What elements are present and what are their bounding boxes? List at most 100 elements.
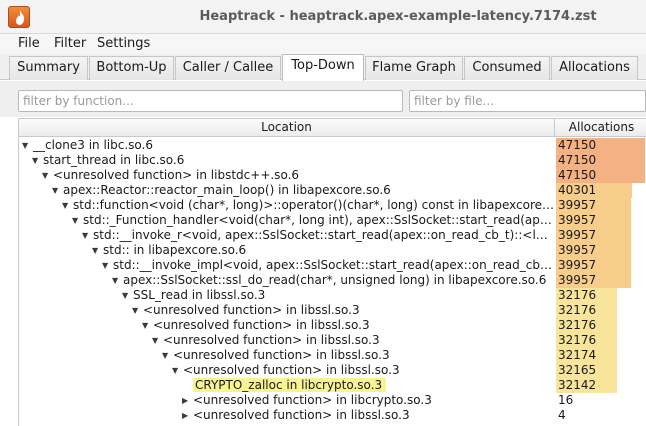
tree-row[interactable]: ▼ std::_Function_handler<void(char*, long… [19,213,646,228]
function-name: <unresolved function> in libstdc++.so.6 [53,168,300,182]
tab-bar: Summary Bottom-Up Caller / Callee Top-Do… [0,54,646,81]
menu-file[interactable]: File [18,36,40,51]
expanded-arrow-icon[interactable]: ▼ [72,213,83,228]
tree-row[interactable]: ▼ <unresolved function> in libssl.so.3 321… [19,348,646,363]
tree-row[interactable]: ▶ <unresolved function> in libcrypto.so.3… [19,393,646,408]
expanded-arrow-icon[interactable]: ▼ [42,168,53,183]
expanded-arrow-icon[interactable]: ▼ [132,303,143,318]
tree-row[interactable]: ▼ std::__invoke_r<void, apex::SslSocket::… [19,228,646,243]
expanded-arrow-icon[interactable]: ▼ [102,258,113,273]
tree-row-location: ▼ <unresolved function> in libssl.so.3 [19,363,555,378]
function-name: <unresolved function> in libssl.so.3 [143,303,360,317]
expanded-arrow-icon[interactable]: ▼ [142,318,153,333]
menu-settings[interactable]: Settings [97,36,150,51]
file-filter-input[interactable] [409,90,646,112]
allocations-column-header[interactable]: Allocations [556,119,646,137]
expanded-arrow-icon[interactable]: ▼ [52,183,63,198]
expanded-arrow-icon[interactable]: ▼ [172,363,183,378]
tree-row-location: ▼ __clone3 in libc.so.6 [19,138,555,153]
function-name: std::__invoke_impl<void, apex::SslSocket… [113,258,555,272]
allocations-cell: 47150 [556,153,646,168]
allocations-cell: 39957 [556,198,646,213]
tree-row-location: CRYPTO_zalloc in libcrypto.so.3 [19,378,555,393]
function-name: <unresolved function> in libssl.so.3 [193,408,410,422]
tree-header: Location Allocations [19,119,646,137]
allocations-cell: 32176 [556,303,646,318]
tree-row-location: ▼ std::__invoke_r<void, apex::SslSocket::… [19,228,555,243]
function-name: apex::Reactor::reactor_main_loop() in li… [63,183,391,197]
tree-row-location: ▼ start_thread in libc.so.6 [19,153,555,168]
tree-row-location: ▼ SSL_read in libssl.so.3 [19,288,555,303]
tree-row[interactable]: ▼ <unresolved function> in libssl.so.3 321… [19,318,646,333]
tree-row[interactable]: ▼ apex::SslSocket::ssl_do_read(char*, uns… [19,273,646,288]
tab-allocations[interactable]: Allocations [551,56,638,80]
expanded-arrow-icon[interactable]: ▼ [122,288,133,303]
collapsed-arrow-icon[interactable]: ▶ [182,393,193,408]
function-name: CRYPTO_zalloc in libcrypto.so.3 [193,378,387,392]
allocations-value: 39957 [558,273,597,287]
tree-row[interactable]: ▼ std:: in libapexcore.so.6 39957 [19,243,646,258]
window-title: Heaptrack - heaptrack.apex-example-laten… [199,9,597,24]
tree-row-location: ▼ apex::SslSocket::ssl_do_read(char*, uns… [19,273,555,288]
tree-row[interactable]: ▼ <unresolved function> in libssl.so.3 321… [19,363,646,378]
function-name: std::function<void (char*, long)>::opera… [73,198,555,212]
expanded-arrow-icon[interactable]: ▼ [162,348,173,363]
tree-row-location: ▼ apex::Reactor::reactor_main_loop() in l… [19,183,555,198]
allocations-cell: 32176 [556,288,646,303]
tree-row[interactable]: ▼ apex::Reactor::reactor_main_loop() in l… [19,183,646,198]
allocations-cell: 4 [556,408,646,423]
menu-filter[interactable]: Filter [54,36,86,51]
tree-row-location: ▼ std::_Function_handler<void(char*, long… [19,213,555,228]
tab-flame-graph[interactable]: Flame Graph [365,56,463,80]
expanded-arrow-icon[interactable]: ▼ [112,273,123,288]
expanded-arrow-icon[interactable]: ▼ [22,138,33,153]
allocations-value: 40301 [558,183,597,197]
tree-row[interactable]: ▼ std::function<void (char*, long)>::oper… [19,198,646,213]
expanded-arrow-icon[interactable]: ▼ [62,198,73,213]
allocations-cell: 40301 [556,183,646,198]
allocations-cell: 39957 [556,213,646,228]
allocations-cell: 39957 [556,243,646,258]
function-name: <unresolved function> in libssl.so.3 [163,333,380,347]
tree-row[interactable]: ▼ <unresolved function> in libssl.so.3 321… [19,333,646,348]
allocations-value: 39957 [558,213,597,227]
allocations-value: 39957 [558,243,597,257]
tab-summary[interactable]: Summary [9,56,88,80]
tab-consumed[interactable]: Consumed [464,56,550,80]
title-bar: Heaptrack - heaptrack.apex-example-laten… [0,0,646,34]
allocations-value: 39957 [558,198,597,212]
tree-row-location: ▼ std::function<void (char*, long)>::oper… [19,198,555,213]
tab-bottom-up[interactable]: Bottom-Up [89,56,174,80]
tree-row[interactable]: ▼ std::__invoke_impl<void, apex::SslSocke… [19,258,646,273]
allocations-cell: 47150 [556,168,646,183]
tab-top-down[interactable]: Top-Down [282,54,364,81]
allocations-cell: 39957 [556,273,646,288]
function-name: apex::SslSocket::ssl_do_read(char*, unsi… [123,273,547,287]
tree-row[interactable]: ▶ <unresolved function> in libssl.so.3 4 [19,408,646,423]
function-name: std::_Function_handler<void(char*, long … [83,213,555,227]
tree-row[interactable]: ▼ SSL_read in libssl.so.3 32176 [19,288,646,303]
allocations-cell: 32165 [556,363,646,378]
expanded-arrow-icon[interactable]: ▼ [92,243,103,258]
allocations-cell: 32174 [556,348,646,363]
expanded-arrow-icon[interactable]: ▼ [152,333,163,348]
tree-row-location: ▼ <unresolved function> in libssl.so.3 [19,303,555,318]
allocations-value: 32176 [558,333,597,347]
allocations-cell: 39957 [556,258,646,273]
tree-row[interactable]: ▼ __clone3 in libc.so.6 47150 [19,138,646,153]
allocations-cell: 39957 [556,228,646,243]
allocations-value: 32174 [558,348,597,362]
collapsed-arrow-icon[interactable]: ▶ [182,408,193,423]
expanded-arrow-icon[interactable]: ▼ [32,153,43,168]
tree-row[interactable]: ▼ <unresolved function> in libssl.so.3 321… [19,303,646,318]
top-down-tree[interactable]: Location Allocations ▼ __clone3 in libc.s… [18,118,646,426]
tree-row[interactable]: CRYPTO_zalloc in libcrypto.so.3 32142 [19,378,646,393]
tab-caller-callee[interactable]: Caller / Callee [175,56,281,80]
tree-row[interactable]: ▼ <unresolved function> in libstdc++.so.6… [19,168,646,183]
expanded-arrow-icon[interactable]: ▼ [82,228,93,243]
menu-bar: File Filter Settings [0,34,646,54]
location-column-header[interactable]: Location [19,119,555,137]
function-filter-input[interactable] [18,90,403,112]
allocations-cell: 32142 [556,378,646,393]
tree-row[interactable]: ▼ start_thread in libc.so.6 47150 [19,153,646,168]
